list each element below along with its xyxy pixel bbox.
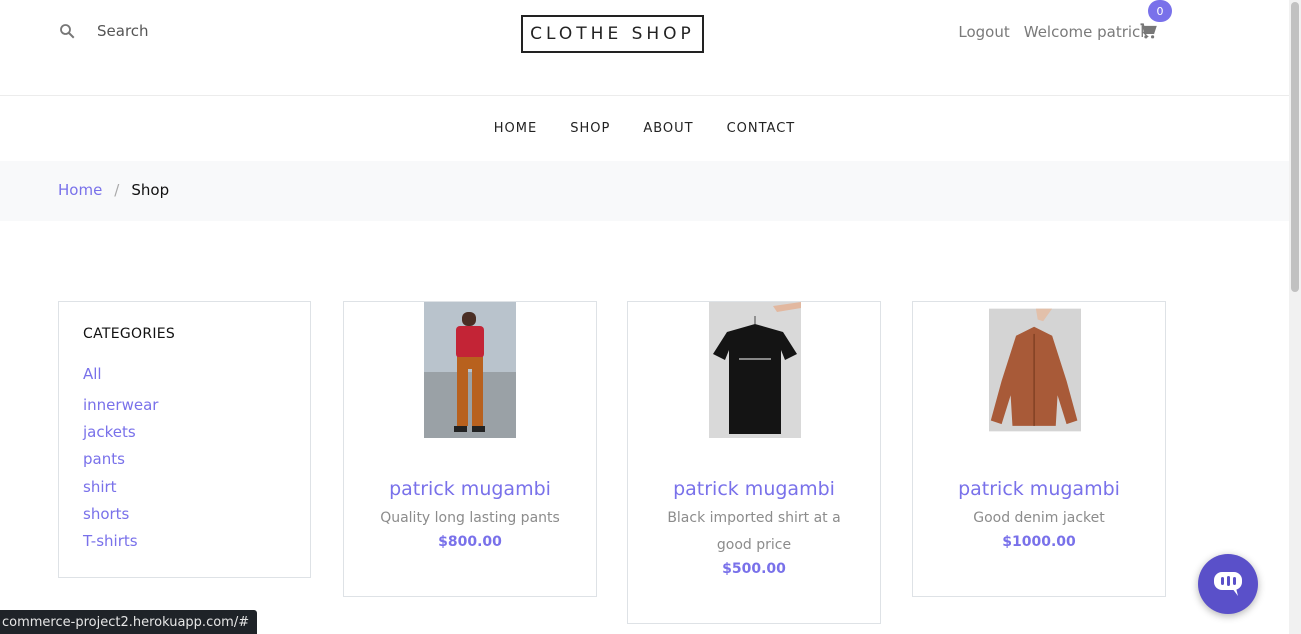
- scrollbar-thumb[interactable]: [1291, 2, 1299, 292]
- nav-contact[interactable]: CONTACT: [727, 121, 796, 136]
- category-jackets[interactable]: jackets: [83, 423, 136, 441]
- site-logo[interactable]: CLOTHE SHOP: [521, 15, 704, 53]
- category-shirt[interactable]: shirt: [83, 478, 117, 496]
- categories-sidebar: CATEGORIES All innerwear jackets pants s…: [58, 301, 311, 578]
- site-header: Search CLOTHE SHOP Logout Welcome patric…: [0, 0, 1289, 96]
- chat-bubble-icon: [1214, 572, 1242, 596]
- product-title[interactable]: patrick mugambi: [344, 478, 596, 500]
- search-label: Search: [97, 22, 149, 40]
- breadcrumb-separator: /: [114, 181, 120, 199]
- product-image-pants[interactable]: [424, 302, 516, 438]
- welcome-text: Welcome patrick: [1023, 23, 1149, 41]
- category-shorts[interactable]: shorts: [83, 505, 129, 523]
- product-description: Black imported shirt at a good price: [667, 510, 841, 553]
- main-nav: HOME SHOP ABOUT CONTACT: [0, 96, 1289, 160]
- shopping-cart-icon: [1140, 23, 1157, 39]
- category-innerwear[interactable]: innerwear: [83, 396, 158, 414]
- product-card[interactable]: patrick mugambi Good denim jacket $1000.…: [912, 301, 1166, 597]
- category-t-shirts[interactable]: T-shirts: [83, 532, 138, 550]
- breadcrumb-home-link[interactable]: Home: [58, 181, 102, 199]
- product-price: $1000.00: [1002, 534, 1076, 550]
- product-image-jacket[interactable]: [989, 302, 1081, 438]
- category-all[interactable]: All: [83, 365, 102, 383]
- nav-home[interactable]: HOME: [494, 121, 537, 136]
- nav-shop[interactable]: SHOP: [570, 121, 610, 136]
- product-title[interactable]: patrick mugambi: [628, 478, 880, 500]
- category-pants[interactable]: pants: [83, 450, 125, 468]
- cart-count-badge: 0: [1148, 0, 1172, 22]
- product-price: $500.00: [722, 561, 786, 577]
- cart-button[interactable]: [1138, 21, 1158, 41]
- search-icon: [60, 24, 75, 39]
- search-trigger[interactable]: Search: [58, 22, 149, 40]
- product-title[interactable]: patrick mugambi: [913, 478, 1165, 500]
- nav-about[interactable]: ABOUT: [643, 121, 693, 136]
- product-card[interactable]: patrick mugambi Quality long lasting pan…: [343, 301, 597, 597]
- product-description: Good denim jacket: [973, 510, 1105, 526]
- categories-title: CATEGORIES: [83, 326, 176, 342]
- status-bar-url: commerce-project2.herokuapp.com/#: [0, 610, 258, 634]
- product-card[interactable]: patrick mugambi Black imported shirt at …: [627, 301, 881, 624]
- product-image-shirt[interactable]: [709, 302, 801, 438]
- product-description: Quality long lasting pants: [380, 510, 560, 526]
- product-price: $800.00: [438, 534, 502, 550]
- page-scrollbar[interactable]: [1289, 0, 1301, 634]
- chat-widget-button[interactable]: [1198, 554, 1258, 614]
- logout-link[interactable]: Logout: [958, 23, 1009, 41]
- breadcrumb: Home / Shop: [0, 161, 1289, 221]
- account-area: Logout Welcome patrick: [958, 23, 1149, 41]
- breadcrumb-current: Shop: [131, 181, 170, 199]
